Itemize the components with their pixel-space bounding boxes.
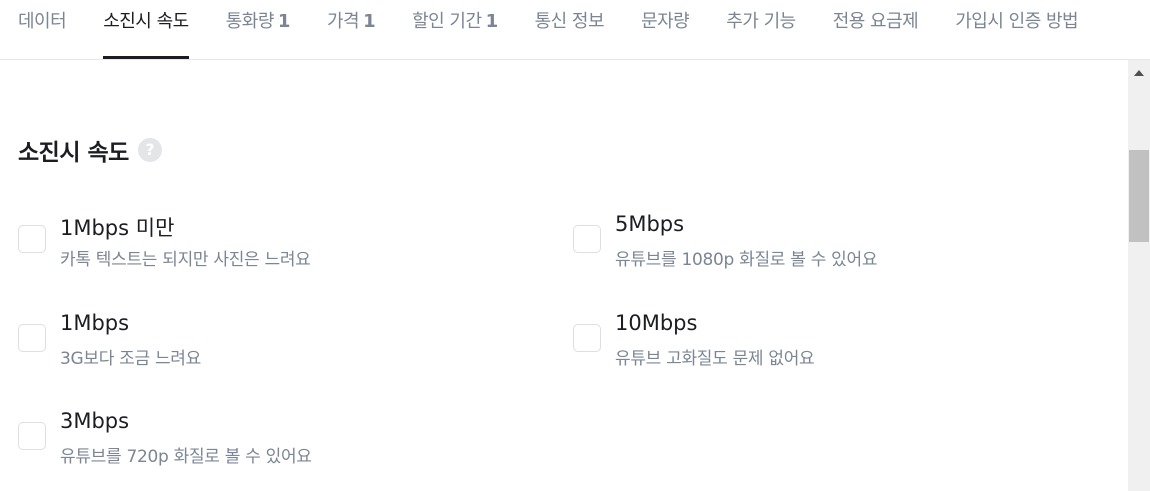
checkbox[interactable] (573, 225, 601, 253)
tab-label: 추가 기능 (726, 11, 796, 32)
option-under-1mbps[interactable]: 1Mbps 미만 카톡 텍스트는 되지만 사진은 느려요 (18, 216, 538, 277)
tab-label: 가입시 인증 방법 (955, 11, 1079, 32)
vertical-scrollbar[interactable] (1128, 60, 1150, 491)
tab-signup-verification[interactable]: 가입시 인증 방법 (955, 0, 1078, 59)
tab-count-badge: 1 (485, 11, 499, 32)
option-label: 1Mbps (60, 311, 130, 335)
tab-discount-period[interactable]: 할인 기간 1 (412, 0, 498, 59)
option-1mbps[interactable]: 1Mbps 3G보다 조금 느려요 (18, 311, 538, 376)
tab-exclusive-plans[interactable]: 전용 요금제 (833, 0, 919, 59)
filter-page: 데이터 소진시 속도 통화량 1 가격 1 할인 기간 1 통신 정보 문자량 추가 … (0, 0, 1150, 491)
tab-label: 문자량 (641, 11, 690, 32)
tab-price[interactable]: 가격 1 (326, 0, 376, 59)
checkbox[interactable] (18, 225, 46, 253)
section-title-text: 소진시 속도 (18, 140, 129, 166)
tab-data[interactable]: 데이터 (18, 0, 67, 59)
tab-label: 통신 정보 (534, 11, 605, 32)
section-title: 소진시 속도 ? (18, 133, 162, 167)
filter-content: 소진시 속도 ? 1Mbps 미만 카톡 텍스트는 되지만 사진은 느려요 5M… (0, 60, 1128, 491)
tab-sms-volume[interactable]: 문자량 (641, 0, 690, 59)
option-3mbps[interactable]: 3Mbps 유튜브를 720p 화질로 볼 수 있어요 (18, 409, 538, 474)
option-5mbps[interactable]: 5Mbps 유튜브를 1080p 화질로 볼 수 있어요 (573, 212, 1093, 277)
option-label: 10Mbps (615, 311, 698, 335)
option-description: 3G보다 조금 느려요 (60, 349, 201, 369)
tab-count-badge: 1 (363, 11, 376, 32)
tab-network-info[interactable]: 통신 정보 (534, 0, 605, 59)
tab-label: 데이터 (18, 11, 67, 32)
tab-label: 할인 기간 (412, 11, 482, 32)
checkbox[interactable] (18, 324, 46, 352)
checkbox[interactable] (573, 324, 601, 352)
tab-count-badge: 1 (277, 11, 291, 32)
option-label: 5Mbps (615, 212, 685, 236)
tab-extra-features[interactable]: 추가 기능 (726, 0, 796, 59)
category-tab-bar: 데이터 소진시 속도 통화량 1 가격 1 할인 기간 1 통신 정보 문자량 추가 … (0, 0, 1150, 60)
option-description: 유튜브 고화질도 문제 없어요 (615, 349, 815, 369)
scroll-up-arrow-icon[interactable] (1128, 60, 1150, 86)
checkbox[interactable] (18, 422, 46, 450)
option-description: 유튜브를 720p 화질로 볼 수 있어요 (60, 447, 312, 467)
tab-exhaust-speed[interactable]: 소진시 속도 (103, 0, 189, 59)
tab-list: 데이터 소진시 속도 통화량 1 가격 1 할인 기간 1 통신 정보 문자량 추가 … (18, 0, 1115, 59)
tab-label: 소진시 속도 (103, 11, 189, 32)
option-label: 1Mbps 미만 (60, 216, 175, 240)
tab-call-volume[interactable]: 통화량 1 (225, 0, 291, 59)
tab-label: 가격 (326, 11, 360, 32)
option-10mbps[interactable]: 10Mbps 유튜브 고화질도 문제 없어요 (573, 311, 1093, 376)
option-description: 카톡 텍스트는 되지만 사진은 느려요 (60, 250, 311, 270)
tab-label: 전용 요금제 (832, 11, 919, 32)
scroll-thumb[interactable] (1129, 150, 1149, 242)
tab-label: 통화량 (225, 11, 275, 32)
option-label: 3Mbps (60, 409, 130, 433)
option-description: 유튜브를 1080p 화질로 볼 수 있어요 (615, 250, 878, 270)
help-icon[interactable]: ? (137, 138, 162, 162)
